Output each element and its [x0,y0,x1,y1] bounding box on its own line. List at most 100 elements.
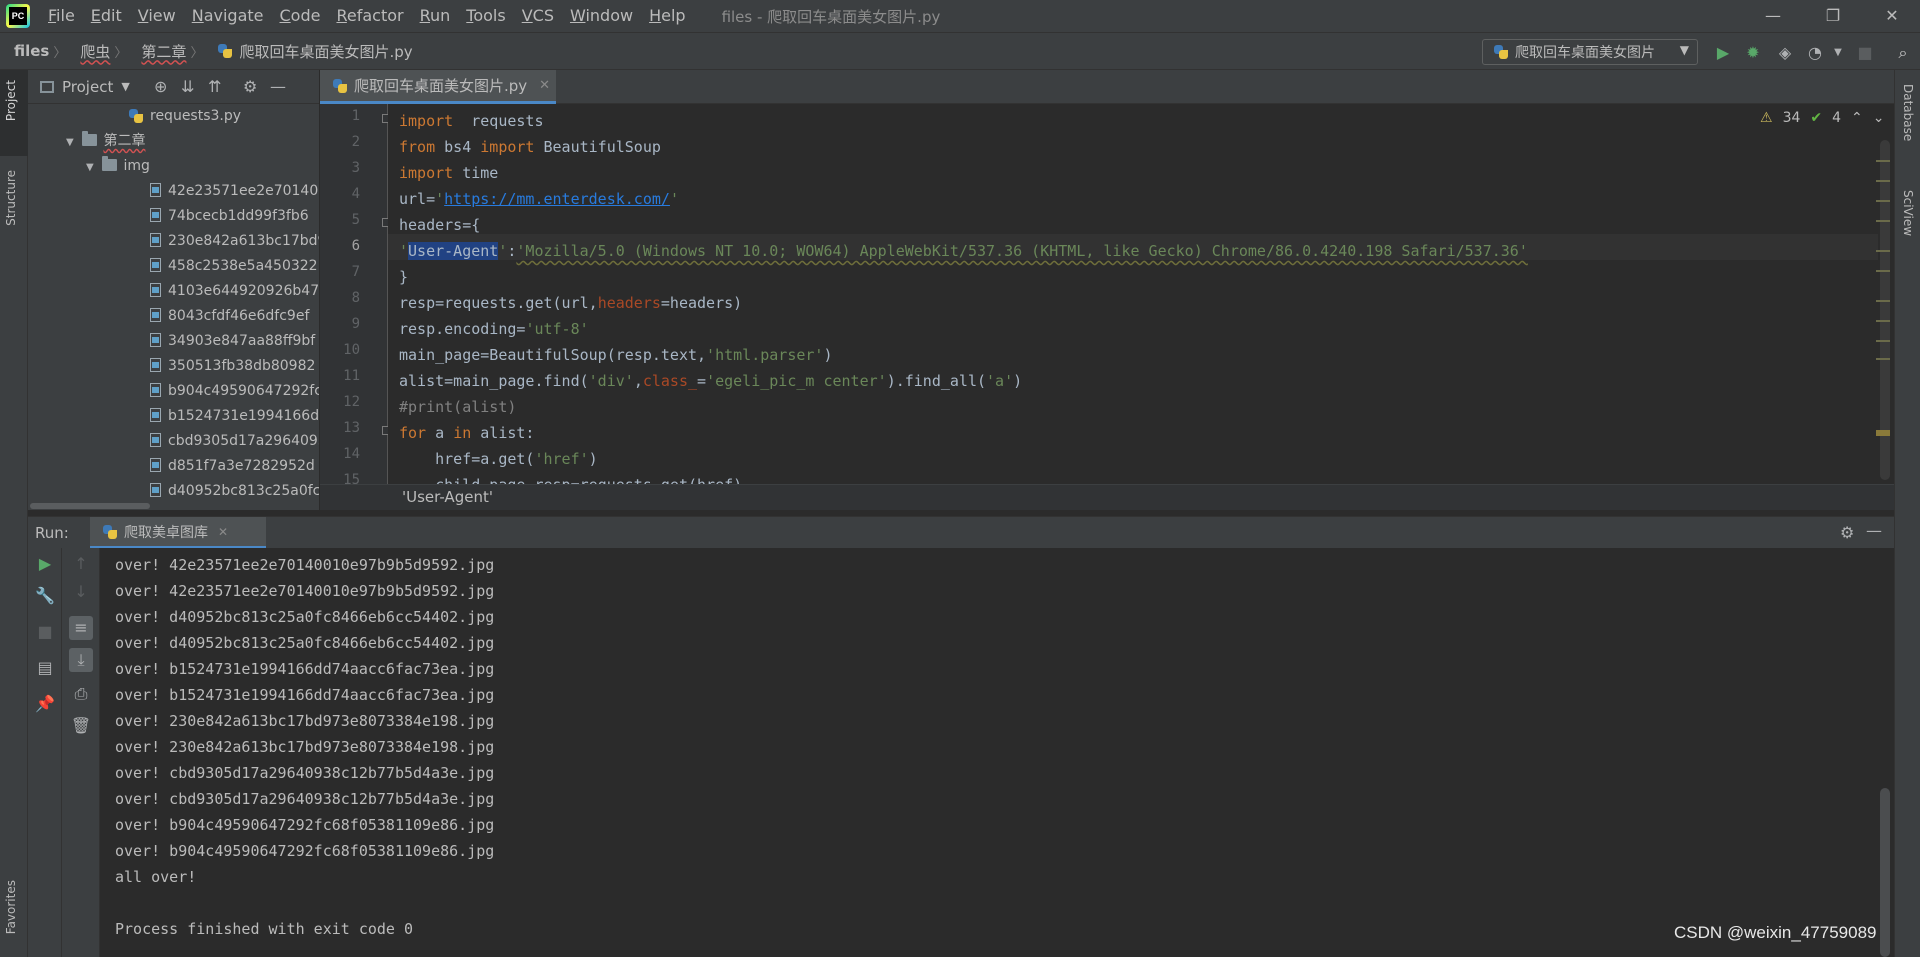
chevron-down-icon[interactable]: ▼ [66,130,78,155]
search-everywhere-icon[interactable]: ⌕ [1893,43,1913,63]
menu-view[interactable]: View [130,0,184,32]
tree-file[interactable]: b904c49590647292fc68f05381109e86.jpg [28,379,319,404]
run-configuration-dropdown[interactable]: 爬取回车桌面美女图片 ▼ [1482,39,1698,65]
project-panel-title[interactable]: Project [62,78,113,96]
tree-file[interactable]: 4103e644920926b47 [28,279,319,304]
tree-file[interactable]: b1524731e1994166dd74aacc6fac73ea.jpg [28,404,319,429]
tree-file[interactable]: 74bcecb1dd99f3fb6 [28,204,319,229]
line-number: 4 [351,186,360,202]
gear-icon[interactable]: ⚙ [1840,523,1854,542]
sciview-tool-tab[interactable]: SciView [1901,190,1915,236]
structure-tool-tab[interactable]: Structure [4,170,18,226]
menu-refactor[interactable]: Refactor [328,0,411,32]
breadcrumb-current-file[interactable]: 爬取回车桌面美女图片.py [203,41,416,62]
more-run-options-icon[interactable]: ▼ [1828,43,1848,63]
inspection-widget[interactable]: ⚠ 34 ✔ 4 ⌃ ⌄ [1760,110,1885,126]
error-stripe-mark[interactable] [1876,160,1890,162]
error-stripe-mark[interactable] [1876,270,1890,272]
tree-file[interactable]: 8043cfdf46e6dfc9ef [28,304,319,329]
error-stripe-mark[interactable] [1876,430,1890,436]
tree-file[interactable]: d40952bc813c25a0fc8466eb6cc54402.jpg [28,479,319,504]
editor-vertical-scrollbar[interactable] [1880,140,1890,480]
error-stripe-mark[interactable] [1876,250,1890,252]
debug-icon[interactable]: ✹ [1743,43,1763,63]
expand-all-icon[interactable]: ⇊ [181,77,194,96]
chevron-down-icon[interactable]: ▼ [86,155,98,180]
collapse-all-icon[interactable]: ⇈ [208,77,221,96]
menu-help[interactable]: Help [641,0,693,32]
error-stripe-mark[interactable] [1876,358,1890,360]
menu-run[interactable]: Run [412,0,459,32]
error-stripe-mark[interactable] [1876,180,1890,182]
tree-file[interactable]: 42e23571ee2e70140010e97b9b5d9592.jpg [28,179,319,204]
tree-file[interactable]: cbd9305d17a29640938c12b77b5d4a3e.jpg [28,429,319,454]
tree-file[interactable]: d851f7a3e7282952d [28,454,319,479]
menu-window[interactable]: Window [562,0,641,32]
close-tab-icon[interactable]: ✕ [539,78,550,93]
hide-panel-icon[interactable]: — [1866,521,1882,540]
error-stripe-mark[interactable] [1876,320,1890,322]
tree-file[interactable]: 230e842a613bc17bd973e8073384e198.jpg [28,229,319,254]
breadcrumb-files[interactable]: files [0,42,53,60]
code-token: , [633,372,643,390]
editor-tab-current-file[interactable]: 爬取回车桌面美女图片.py ✕ [320,70,556,104]
error-stripe-mark[interactable] [1876,300,1890,302]
locate-file-icon[interactable]: ⊕ [154,77,167,96]
stop-icon[interactable]: ■ [1855,43,1875,63]
print-icon[interactable]: ⎙ [69,682,93,706]
hide-panel-icon[interactable]: — [270,77,286,96]
error-stripe-mark[interactable] [1876,340,1890,342]
tree-file[interactable]: 34903e847aa88ff9bf [28,329,319,354]
scroll-to-end-icon[interactable]: ⤓ [69,648,93,672]
next-highlight-icon[interactable]: ⌄ [1873,110,1885,126]
breadcrumb-pachong[interactable]: 爬虫 [66,41,114,62]
run-with-coverage-icon[interactable]: ◈ [1775,43,1795,63]
tree-item-requests3[interactable]: requests3.py [28,104,319,129]
arrow-up-icon[interactable]: ↑ [69,552,93,576]
profile-icon[interactable]: ◔ [1805,43,1825,63]
tree-item-label: cbd9305d17a29640938c12b77b5d4a3e.jpg [168,433,320,449]
run-tab[interactable]: 爬取美卓图库 ✕ [90,517,266,549]
error-stripe-mark[interactable] [1876,220,1890,222]
project-tool-tab[interactable]: Project [4,80,18,121]
menu-tools[interactable]: Tools [458,0,513,32]
console-vertical-scrollbar[interactable] [1880,788,1890,957]
code-editor[interactable]: import requests from bs4 import Beautiful… [388,104,1878,484]
breadcrumb-chapter2[interactable]: 第二章 [127,41,190,62]
menu-navigate[interactable]: Navigate [184,0,272,32]
chevron-down-icon[interactable]: ▼ [121,80,129,93]
minimize-button[interactable]: — [1745,0,1801,32]
editor-breadcrumb[interactable]: 'User-Agent' [402,488,493,506]
pin-icon[interactable]: 📌 [33,692,57,716]
code-token: child_page_resp=requests.get(href) [399,476,742,484]
code-token: 'Mozilla/5.0 (Windows NT 10.0; WOW64) Ap… [516,242,1528,260]
gear-icon[interactable]: ⚙ [243,77,257,96]
restore-button[interactable]: ❐ [1805,0,1861,32]
tree-file[interactable]: 350513fb38db80982 [28,354,319,379]
menu-file[interactable]: File [40,0,83,32]
scrollbar-thumb[interactable] [30,503,150,509]
favorites-tool-tab[interactable]: Favorites [4,880,18,934]
database-tool-tab[interactable]: Database [1901,84,1915,141]
error-stripe-mark[interactable] [1876,200,1890,202]
run-icon[interactable]: ▶ [1713,43,1733,63]
previous-highlight-icon[interactable]: ⌃ [1851,110,1863,126]
run-console[interactable]: over! 42e23571ee2e70140010e97b9b5d9592.j… [100,548,1894,957]
run-tab-label: 爬取美卓图库 [124,524,208,541]
soft-wrap-icon[interactable]: ≡ [69,616,93,640]
trash-icon[interactable]: 🗑 [69,714,93,738]
tree-folder-img[interactable]: ▼ img [28,154,319,179]
tree-file[interactable]: 458c2538e5a450322 [28,254,319,279]
arrow-down-icon[interactable]: ↓ [69,580,93,604]
close-window-button[interactable]: ✕ [1864,0,1920,32]
layout-icon[interactable]: ▤ [33,656,57,680]
close-tab-icon[interactable]: ✕ [218,525,228,539]
menu-code[interactable]: Code [272,0,329,32]
stop-icon[interactable]: ■ [33,620,57,644]
project-horizontal-scrollbar[interactable] [28,502,319,510]
menu-vcs[interactable]: VCS [514,0,562,32]
menu-edit[interactable]: Edit [83,0,130,32]
rerun-icon[interactable]: ▶ [33,552,57,576]
tree-folder-chapter2[interactable]: ▼ 第二章 [28,129,319,154]
wrench-icon[interactable]: 🔧 [33,584,57,608]
